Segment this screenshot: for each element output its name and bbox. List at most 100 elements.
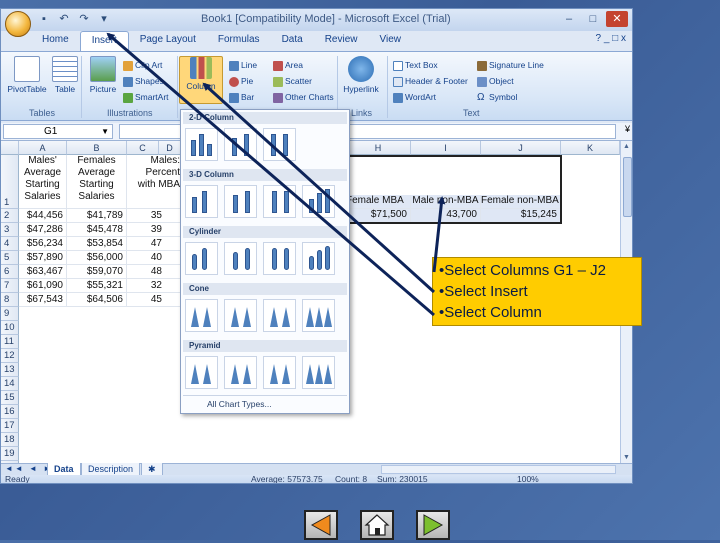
cylinder-clustered-icon[interactable] [185, 242, 218, 275]
help-icon[interactable]: ? _ □ x [596, 33, 627, 44]
name-box[interactable]: G1 ▼ [3, 124, 113, 139]
close-icon[interactable]: ✕ [606, 11, 628, 27]
scroll-down-icon[interactable]: ▼ [623, 454, 630, 461]
table-cell[interactable]: $57,890 [19, 251, 67, 265]
table-cell[interactable]: 45 [127, 293, 181, 307]
tab-view[interactable]: View [368, 31, 412, 51]
row-header-11[interactable]: 11 [1, 335, 19, 349]
qat-menu-icon[interactable]: ▾ [97, 12, 111, 26]
table-cell[interactable]: $63,467 [19, 265, 67, 279]
table-cell[interactable]: $56,234 [19, 237, 67, 251]
clipart-button[interactable]: Clip Art [123, 60, 162, 74]
minimize-icon[interactable]: – [558, 11, 580, 27]
row-header-19[interactable]: 19 [1, 447, 19, 461]
horizontal-scrollbar[interactable] [381, 465, 616, 474]
row-header-3[interactable]: 3 [1, 223, 19, 237]
row-header-8[interactable]: 8 [1, 293, 19, 307]
pie-chart-button[interactable]: Pie [229, 76, 253, 90]
hyperlink-button[interactable]: Hyperlink [339, 56, 383, 94]
stacked-column-icon[interactable] [224, 128, 257, 161]
row-header-17[interactable]: 17 [1, 419, 19, 433]
table-cell[interactable]: $59,070 [67, 265, 127, 279]
row-header-16[interactable]: 16 [1, 405, 19, 419]
table-cell[interactable]: $55,321 [67, 279, 127, 293]
cylinder-3d-icon[interactable] [302, 242, 335, 275]
scroll-thumb[interactable] [623, 157, 632, 217]
table-cell[interactable]: $53,854 [67, 237, 127, 251]
3d-clustered-column-icon[interactable] [185, 185, 218, 218]
area-chart-button[interactable]: Area [273, 60, 303, 74]
row-header-14[interactable]: 14 [1, 377, 19, 391]
column-header-j[interactable]: J [481, 141, 561, 155]
save-icon[interactable]: ▪ [37, 12, 51, 26]
3d-column-icon[interactable] [302, 185, 335, 218]
row-header-7[interactable]: 7 [1, 279, 19, 293]
column-header-k[interactable]: K [561, 141, 620, 155]
cone-stacked-icon[interactable] [224, 299, 257, 332]
row-header-1[interactable]: 1 [1, 155, 19, 209]
row-header-5[interactable]: 5 [1, 251, 19, 265]
tab-data[interactable]: Data [271, 31, 314, 51]
row-header-9[interactable]: 9 [1, 307, 19, 321]
table-cell[interactable]: $61,090 [19, 279, 67, 293]
column-header-d[interactable]: D [159, 141, 181, 155]
next-slide-button[interactable] [416, 510, 450, 540]
column-header-a[interactable]: A [19, 141, 67, 155]
row-header-18[interactable]: 18 [1, 433, 19, 447]
cone-3d-icon[interactable] [302, 299, 335, 332]
tab-formulas[interactable]: Formulas [207, 31, 271, 51]
scatter-chart-button[interactable]: Scatter [273, 76, 312, 90]
symbol-button[interactable]: Ω Symbol [477, 92, 517, 106]
undo-icon[interactable]: ↶ [57, 12, 71, 26]
table-cell[interactable]: $45,478 [67, 223, 127, 237]
row-header-6[interactable]: 6 [1, 265, 19, 279]
expand-formula-icon[interactable]: ¥ [625, 124, 630, 134]
pyramid-clustered-icon[interactable] [185, 356, 218, 389]
row-header-12[interactable]: 12 [1, 349, 19, 363]
cell-c1-header[interactable]: Males: Percent with MBA [127, 155, 181, 209]
cone-percent-icon[interactable] [263, 299, 296, 332]
previous-slide-button[interactable] [304, 510, 338, 540]
bar-chart-button[interactable]: Bar [229, 92, 254, 106]
pyramid-percent-icon[interactable] [263, 356, 296, 389]
pyramid-stacked-icon[interactable] [224, 356, 257, 389]
table-cell[interactable]: 39 [127, 223, 181, 237]
textbox-button[interactable]: Text Box [393, 60, 438, 74]
tab-insert[interactable]: Insert [79, 31, 129, 51]
redo-icon[interactable]: ↷ [77, 12, 91, 26]
tab-review[interactable]: Review [314, 31, 369, 51]
row-header-10[interactable]: 10 [1, 321, 19, 335]
row-header-2[interactable]: 2 [1, 209, 19, 223]
cylinder-percent-icon[interactable] [263, 242, 296, 275]
percent-stacked-column-icon[interactable] [263, 128, 296, 161]
table-cell[interactable]: 47 [127, 237, 181, 251]
picture-button[interactable]: Picture [81, 56, 125, 94]
scroll-up-icon[interactable]: ▲ [623, 143, 630, 150]
table-cell[interactable]: 48 [127, 265, 181, 279]
office-button[interactable] [5, 11, 31, 37]
cylinder-stacked-icon[interactable] [224, 242, 257, 275]
home-button[interactable] [360, 510, 394, 540]
clustered-column-icon[interactable] [185, 128, 218, 161]
table-cell[interactable]: $41,789 [67, 209, 127, 223]
table-cell[interactable]: $67,543 [19, 293, 67, 307]
zoom-level[interactable]: 100% [517, 474, 539, 483]
select-all-corner[interactable] [1, 141, 19, 155]
chevron-down-icon[interactable]: ▼ [101, 125, 109, 138]
cell-a1-header[interactable]: Males' Average Starting Salaries [19, 155, 67, 209]
column-header-c[interactable]: C [127, 141, 159, 155]
pyramid-3d-icon[interactable] [302, 356, 335, 389]
table-cell[interactable]: 35 [127, 209, 181, 223]
row-header-15[interactable]: 15 [1, 391, 19, 405]
table-cell[interactable]: $47,286 [19, 223, 67, 237]
table-cell[interactable]: 40 [127, 251, 181, 265]
row-header-13[interactable]: 13 [1, 363, 19, 377]
object-button[interactable]: Object [477, 76, 514, 90]
3d-stacked-column-icon[interactable] [224, 185, 257, 218]
3d-percent-column-icon[interactable] [263, 185, 296, 218]
header-footer-button[interactable]: Header & Footer [393, 76, 468, 90]
tab-home[interactable]: Home [31, 31, 80, 51]
line-chart-button[interactable]: Line [229, 60, 257, 74]
other-charts-button[interactable]: Other Charts [273, 92, 334, 106]
table-cell[interactable]: $44,456 [19, 209, 67, 223]
